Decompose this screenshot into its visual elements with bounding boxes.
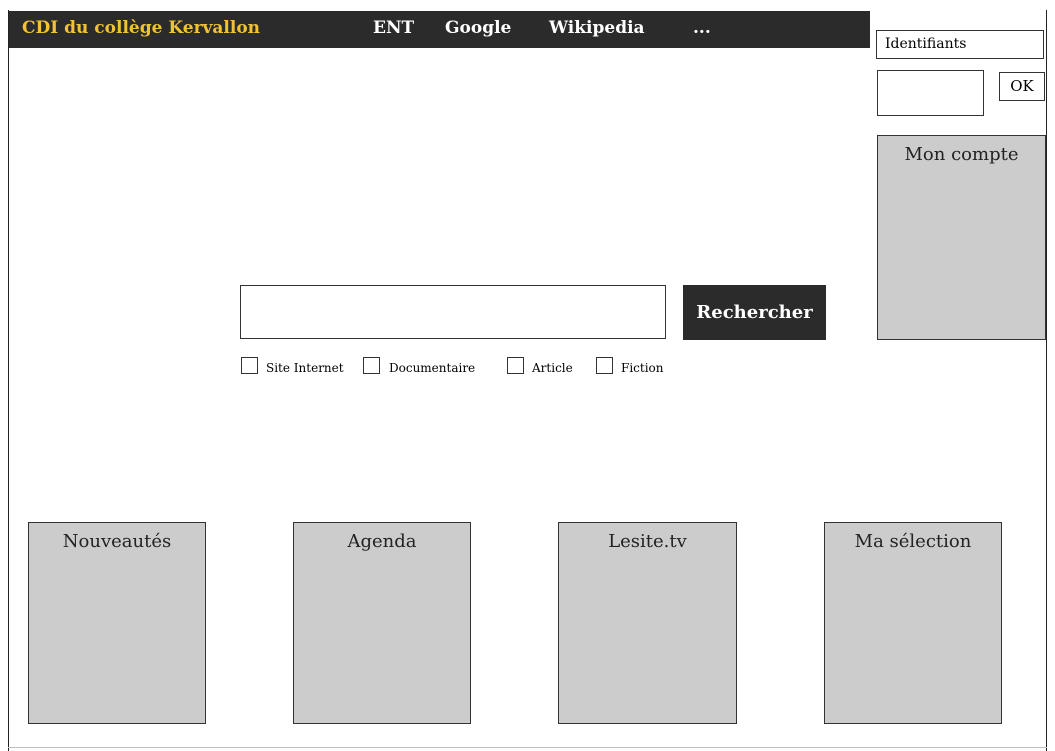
filter-label-article: Article — [532, 361, 573, 375]
nav-link-ent[interactable]: ENT — [373, 18, 414, 38]
frame-bottom-border — [8, 747, 1047, 748]
page: CDI du collège Kervallon ENT Google Wiki… — [0, 0, 1055, 751]
filter-label-documentaire: Documentaire — [389, 361, 476, 375]
frame-left-border — [8, 10, 9, 751]
ok-button[interactable]: OK — [999, 72, 1045, 101]
filter-checkbox-article[interactable] — [507, 357, 524, 374]
nouveautes-panel[interactable]: Nouveautés — [28, 522, 206, 724]
filter-checkbox-fiction[interactable] — [596, 357, 613, 374]
filter-label-fiction: Fiction — [621, 361, 664, 375]
nav-link-more[interactable]: ... — [693, 18, 711, 38]
search-input[interactable] — [240, 285, 666, 339]
agenda-title: Agenda — [347, 531, 417, 552]
nouveautes-title: Nouveautés — [62, 531, 172, 552]
search-button[interactable]: Rechercher — [683, 285, 826, 340]
nav-link-google[interactable]: Google — [445, 18, 511, 38]
site-title[interactable]: CDI du collège Kervallon — [22, 18, 260, 38]
mon-compte-panel[interactable]: Mon compte — [877, 135, 1046, 340]
lesite-tv-panel[interactable]: Lesite.tv — [558, 522, 737, 724]
identifiants-field[interactable]: Identifiants — [876, 30, 1044, 59]
frame-right-border — [1046, 10, 1047, 751]
ma-selection-title: Ma sélection — [854, 531, 972, 552]
ma-selection-panel[interactable]: Ma sélection — [824, 522, 1002, 724]
filter-checkbox-site-internet[interactable] — [241, 357, 258, 374]
lesite-tv-title: Lesite.tv — [608, 531, 687, 552]
agenda-panel[interactable]: Agenda — [293, 522, 471, 724]
password-field[interactable] — [877, 70, 984, 116]
top-navigation-bar: CDI du collège Kervallon ENT Google Wiki… — [9, 11, 870, 48]
nav-link-wikipedia[interactable]: Wikipedia — [549, 18, 645, 38]
mon-compte-title: Mon compte — [904, 144, 1019, 165]
filter-checkbox-documentaire[interactable] — [363, 357, 380, 374]
filter-label-site-internet: Site Internet — [266, 361, 344, 375]
